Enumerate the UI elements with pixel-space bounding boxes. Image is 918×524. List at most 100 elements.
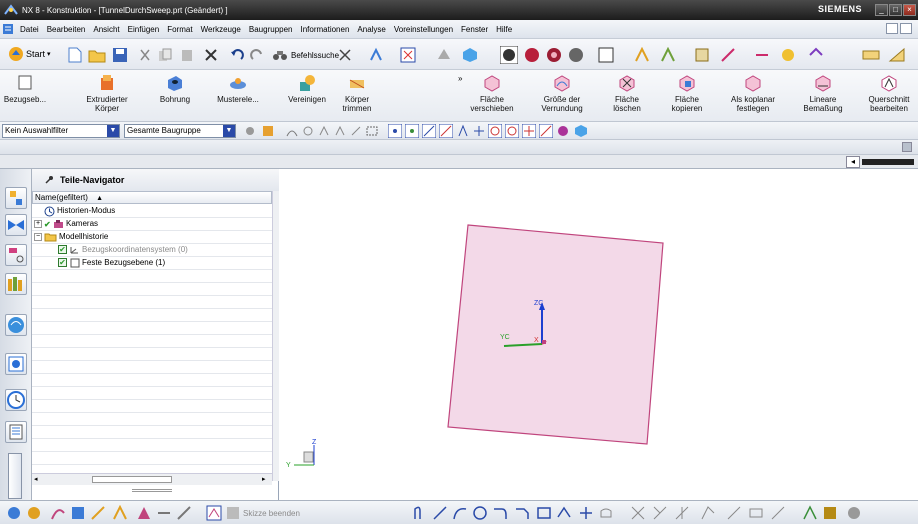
measure-icon[interactable] bbox=[754, 47, 770, 63]
sketch-icon[interactable] bbox=[720, 47, 736, 63]
close-icon[interactable] bbox=[338, 48, 352, 62]
animate-dimension-icon[interactable] bbox=[822, 505, 838, 521]
horizontal-scrollbar[interactable]: ◂ ▸ bbox=[32, 473, 272, 485]
gear-icon[interactable] bbox=[302, 125, 314, 137]
expand-icon[interactable]: + bbox=[34, 220, 42, 228]
redo-icon[interactable] bbox=[250, 48, 264, 62]
shaded-edges-icon[interactable] bbox=[524, 47, 540, 63]
rectangle-icon[interactable] bbox=[536, 505, 552, 521]
start-button[interactable]: Start ▾ bbox=[8, 46, 51, 62]
part-navigator-tab[interactable] bbox=[5, 244, 27, 266]
fit-view-icon[interactable] bbox=[400, 47, 416, 63]
scrollbar-thumb[interactable] bbox=[92, 476, 172, 483]
filter-icon[interactable] bbox=[262, 125, 274, 137]
edit-section-button[interactable]: Querschnitt bearbeiten bbox=[862, 73, 916, 119]
toolbar-overflow-icon[interactable]: » bbox=[458, 74, 462, 83]
save-icon[interactable] bbox=[112, 47, 128, 63]
circle-icon[interactable] bbox=[472, 505, 488, 521]
visibility-checkbox[interactable]: ✔ bbox=[58, 258, 67, 267]
delete-face-button[interactable]: Fläche löschen bbox=[610, 73, 644, 119]
datum-plane-face[interactable] bbox=[447, 224, 664, 445]
wireframe-icon[interactable] bbox=[568, 47, 584, 63]
layer-icon[interactable] bbox=[660, 47, 676, 63]
panel-resize-handle[interactable] bbox=[132, 489, 172, 492]
constraint-icon[interactable] bbox=[700, 505, 716, 521]
sketch-icon[interactable] bbox=[206, 505, 222, 521]
ruler-icon[interactable] bbox=[862, 47, 880, 63]
constraint-navigator-tab[interactable] bbox=[5, 214, 27, 236]
snap-quadrant-icon[interactable] bbox=[505, 124, 519, 138]
tree-row-model-history[interactable]: − Modellhistorie bbox=[32, 231, 272, 244]
cue-line-options-icon[interactable] bbox=[902, 142, 912, 152]
paste-icon[interactable] bbox=[180, 48, 194, 62]
reuse-library-tab[interactable] bbox=[5, 273, 27, 295]
column-header-name[interactable]: Name(gefiltert) ▲ bbox=[32, 191, 272, 204]
dimension-icon[interactable] bbox=[726, 505, 742, 521]
set-coplanar-button[interactable]: Als koplanar festlegen bbox=[722, 73, 784, 119]
history-tab[interactable] bbox=[5, 353, 27, 375]
extend-icon[interactable] bbox=[652, 505, 668, 521]
trim-body-button[interactable]: Körper trimmen bbox=[332, 73, 382, 119]
general-selection-icon[interactable] bbox=[244, 125, 256, 137]
curve-rule-icon[interactable] bbox=[286, 125, 298, 137]
pattern-feature-button[interactable]: Musterele... bbox=[212, 73, 264, 119]
mirror-curve-icon[interactable] bbox=[156, 505, 172, 521]
tree-row-datum-csys[interactable]: ✔ Bezugskoordinatensystem (0) bbox=[32, 244, 272, 257]
view-orient-icon[interactable] bbox=[436, 47, 452, 63]
rectangle-select-icon[interactable] bbox=[366, 125, 378, 137]
finish-sketch-button[interactable]: Skizze beenden bbox=[226, 506, 300, 520]
shaded-icon[interactable] bbox=[500, 46, 518, 64]
auto-dimension-icon[interactable] bbox=[748, 505, 764, 521]
checkmark-icon[interactable]: ✔ bbox=[44, 219, 51, 231]
render-style-icon[interactable] bbox=[462, 47, 478, 63]
assembly-navigator-tab[interactable] bbox=[5, 187, 27, 209]
linear-dimension-button[interactable]: Lineare Bemaßung bbox=[798, 73, 848, 119]
tree-row-history-mode[interactable]: Historien-Modus bbox=[32, 205, 272, 218]
select-features-icon[interactable] bbox=[318, 125, 330, 137]
studio-icon[interactable] bbox=[546, 47, 562, 63]
snap-circle-icon[interactable] bbox=[488, 124, 502, 138]
show-constraints-icon[interactable] bbox=[802, 505, 818, 521]
maximize-button[interactable]: □ bbox=[889, 4, 902, 16]
clipping-icon[interactable] bbox=[694, 47, 710, 63]
collapse-icon[interactable]: − bbox=[34, 233, 42, 241]
document-menu-icon[interactable] bbox=[0, 23, 16, 35]
snap-intersection-icon[interactable] bbox=[439, 124, 453, 138]
point-icon[interactable] bbox=[578, 505, 594, 521]
line-icon[interactable] bbox=[432, 505, 448, 521]
move-face-button[interactable]: Fläche verschieben bbox=[468, 73, 516, 119]
visibility-checkbox[interactable]: ✔ bbox=[58, 245, 67, 254]
new-file-icon[interactable] bbox=[68, 47, 82, 63]
copy-face-button[interactable]: Fläche kopieren bbox=[666, 73, 708, 119]
offset-curve-icon[interactable] bbox=[90, 505, 106, 521]
menu-bearbeiten[interactable]: Bearbeiten bbox=[43, 25, 90, 34]
vertical-scrollbar[interactable] bbox=[272, 191, 279, 481]
polygon-icon[interactable] bbox=[556, 505, 572, 521]
menu-werkzeuge[interactable]: Werkzeuge bbox=[197, 25, 245, 34]
scroll-right-icon[interactable]: ▸ bbox=[262, 475, 266, 483]
tab-scroll-left-button[interactable]: ◂ bbox=[846, 156, 860, 168]
snap-point-icon[interactable] bbox=[522, 124, 536, 138]
menu-voreinstellungen[interactable]: Voreinstellungen bbox=[390, 25, 457, 34]
selection-filter-dropdown[interactable]: Kein Auswahlfilter ▼ bbox=[2, 124, 120, 138]
analysis-icon[interactable] bbox=[780, 47, 796, 63]
select-faces-icon[interactable] bbox=[334, 125, 346, 137]
close-button[interactable]: × bbox=[903, 4, 916, 16]
snap-tangent-icon[interactable] bbox=[456, 124, 470, 138]
pattern-curve-icon[interactable] bbox=[176, 505, 192, 521]
offset-icon[interactable] bbox=[598, 505, 614, 521]
datum-plane-button[interactable]: Bezugseb... bbox=[2, 73, 48, 119]
menu-einfuegen[interactable]: Einfügen bbox=[124, 25, 164, 34]
background-icon[interactable] bbox=[598, 47, 614, 63]
sketch-tools-icon[interactable] bbox=[6, 505, 22, 521]
menu-format[interactable]: Format bbox=[163, 25, 196, 34]
snap-bounded-icon[interactable] bbox=[574, 124, 588, 138]
tab-scroll-track[interactable] bbox=[862, 159, 914, 165]
relations-icon[interactable] bbox=[770, 505, 786, 521]
copy-icon[interactable] bbox=[158, 48, 172, 62]
command-finder-button[interactable]: Befehlssuche bbox=[272, 48, 339, 62]
sketch-settings-icon[interactable] bbox=[846, 505, 862, 521]
menu-analyse[interactable]: Analyse bbox=[353, 25, 389, 34]
menu-fenster[interactable]: Fenster bbox=[457, 25, 492, 34]
hole-button[interactable]: Bohrung bbox=[155, 73, 195, 119]
